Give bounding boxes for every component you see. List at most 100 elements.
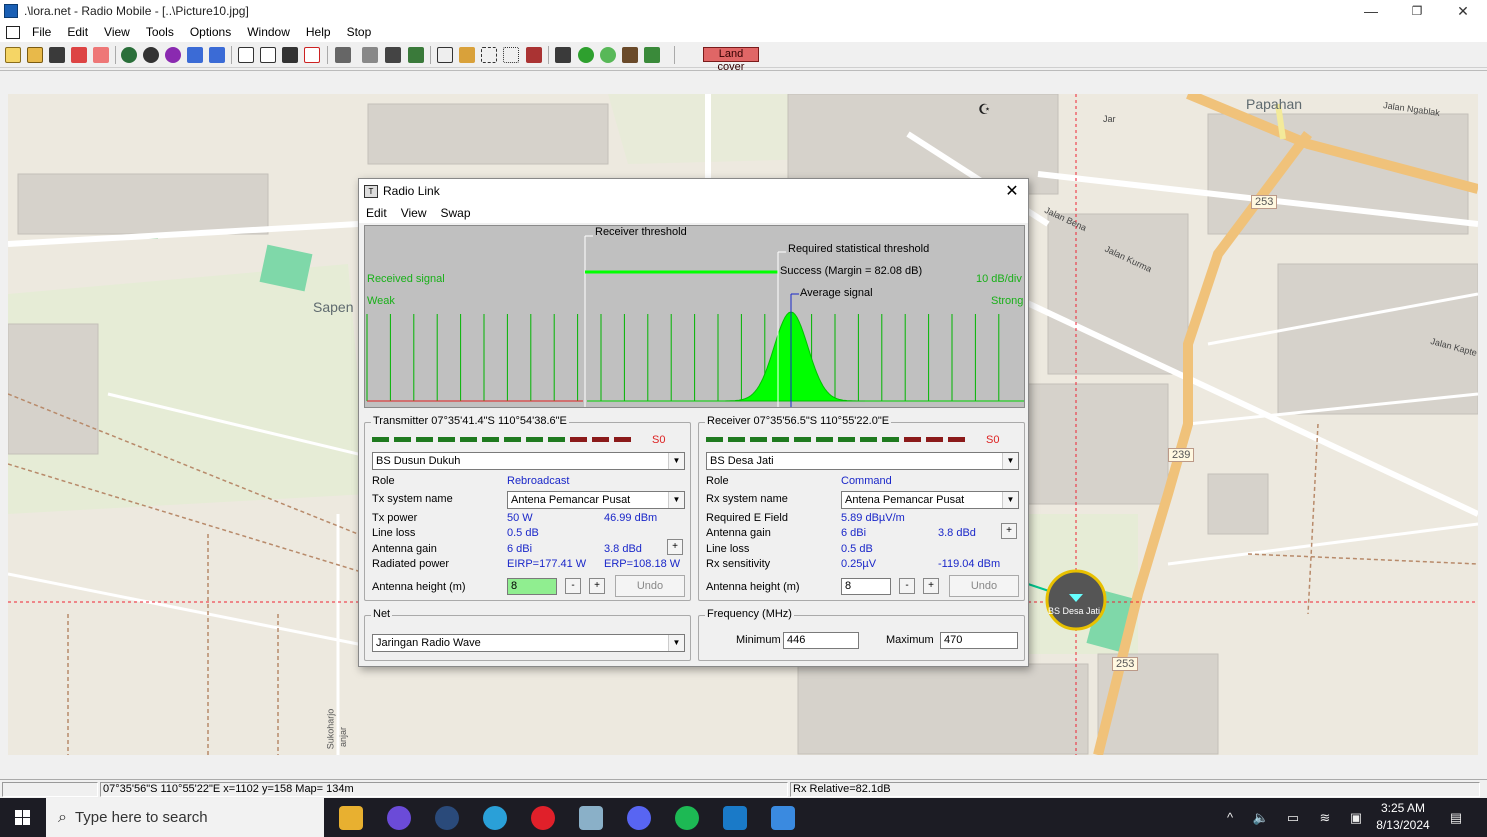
status-bar: 07°35'56"S 110°55'22"E x=1102 y=158 Map=… [0,779,1487,798]
photos-icon[interactable] [771,806,795,830]
edge-icon[interactable] [483,806,507,830]
speaker-icon[interactable]: 🔈 [1250,798,1272,837]
arrow-right-icon[interactable] [209,47,225,63]
map-label-jar: Jar [1103,114,1116,124]
media-player-icon[interactable] [387,806,411,830]
globe-icon[interactable] [121,47,137,63]
maximize-button[interactable]: ❐ [1394,0,1440,22]
menu-view[interactable]: View [96,25,138,39]
radio-link-icon[interactable] [555,47,571,63]
rx-undo-button[interactable]: Undo [949,575,1019,597]
notepad-icon[interactable] [579,806,603,830]
menu-help[interactable]: Help [298,25,339,39]
picture-save-icon[interactable] [282,47,298,63]
opera-icon[interactable] [531,806,555,830]
tx-system-select[interactable]: Antena Pemancar Pusat ▼ [507,491,685,509]
discord-icon[interactable] [627,806,651,830]
tx-height-label: Antenna height (m) [372,581,466,593]
new-icon[interactable] [5,47,21,63]
rx-sensitivity-label: Rx sensitivity [706,558,771,570]
taskbar-clock[interactable]: 3:25 AM 8/13/2024 [1368,800,1438,834]
radio-coverage-icon[interactable] [578,47,594,63]
copy-icon[interactable] [362,47,378,63]
tx-unit-select[interactable]: BS Dusun Dukuh ▼ [372,452,685,470]
menu-edit[interactable]: Edit [59,25,96,39]
frequency-header: Frequency (MHz) [705,608,794,620]
tx-height-plus-button[interactable]: + [589,578,605,594]
menu-stop[interactable]: Stop [339,25,380,39]
picture-icon[interactable] [238,47,254,63]
arrow-left-icon[interactable] [187,47,203,63]
tx-s-level: S0 [652,434,666,446]
freq-min-label: Minimum [736,634,781,646]
battery-icon[interactable]: ▭ [1282,798,1304,837]
save-icon[interactable] [49,47,65,63]
merge-icon[interactable] [165,47,181,63]
land-cover-button[interactable]: Land cover [703,47,759,73]
radio-mobile-icon[interactable] [723,806,747,830]
rx-height-input[interactable]: 8 [841,578,891,595]
tx-unit-value: BS Dusun Dukuh [376,455,461,467]
zoom-select-icon[interactable] [503,47,519,63]
paste-icon[interactable] [385,47,401,63]
frame-icon[interactable] [437,47,453,63]
device-icon[interactable]: ▣ [1345,798,1367,837]
picture-new-icon[interactable] [260,47,276,63]
meter-segment [504,437,521,442]
meter-segment [860,437,877,442]
zoom-out-icon[interactable] [526,47,542,63]
rx-height-minus-button[interactable]: - [899,578,915,594]
map-props-icon[interactable] [143,47,159,63]
notification-icon[interactable]: ▤ [1444,798,1468,837]
wifi-icon[interactable]: ≋ [1314,798,1336,837]
tx-undo-button[interactable]: Undo [615,575,685,597]
net-select[interactable]: Jaringan Radio Wave ▼ [372,634,685,652]
dialog-menu-swap[interactable]: Swap [433,206,477,220]
tx-height-minus-button[interactable]: - [565,578,581,594]
print-icon[interactable] [335,47,351,63]
tx-height-input[interactable]: 8 [507,578,557,595]
close-button[interactable]: ✕ [1440,0,1486,22]
zoom-fit-icon[interactable] [481,47,497,63]
freq-max-input[interactable]: 470 [940,632,1018,649]
rx-role-label: Role [706,475,729,487]
picture-close-icon[interactable] [304,47,320,63]
open-icon[interactable] [27,47,43,63]
tray-chevron-icon[interactable]: ^ [1220,798,1240,837]
taskbar-search[interactable]: ⌕ Type here to search [46,798,324,837]
find-best-site-icon[interactable] [644,47,660,63]
rx-system-select[interactable]: Antena Pemancar Pusat ▼ [841,491,1019,509]
freq-min-input[interactable]: 446 [783,632,859,649]
rx-height-plus-button[interactable]: + [923,578,939,594]
menu-file[interactable]: File [24,25,59,39]
menu-tools[interactable]: Tools [138,25,182,39]
meter-segment [750,437,767,442]
dialog-menu-view[interactable]: View [394,206,434,220]
rx-gain-plus-button[interactable]: + [1001,523,1017,539]
network-icon[interactable] [71,47,87,63]
rx-unit-select[interactable]: BS Desa Jati ▼ [706,452,1019,470]
combined-coverage-icon[interactable] [600,47,616,63]
menu-options[interactable]: Options [182,25,239,39]
transmitter-header: Transmitter 07°35'41.4"S 110°54'38.6"E [371,415,569,427]
start-button[interactable] [0,798,46,837]
tx-gain-plus-button[interactable]: + [667,539,683,555]
menu-window[interactable]: Window [239,25,298,39]
steam-icon[interactable] [435,806,459,830]
properties-icon[interactable] [93,47,109,63]
weak-label: Weak [367,295,395,307]
tree-icon[interactable] [408,47,424,63]
file-explorer-icon[interactable] [339,806,363,830]
route-icon[interactable] [622,47,638,63]
spotify-icon[interactable] [675,806,699,830]
dialog-close-button[interactable]: ✕ [1002,181,1022,201]
dialog-menu-edit[interactable]: Edit [359,206,394,220]
minimize-button[interactable]: — [1348,0,1394,22]
meter-segment [482,437,499,442]
meter-segment [904,437,921,442]
frequency-group: Frequency (MHz) Minimum 446 Maximum 470 [698,608,1025,661]
received-signal-label: Received signal [367,273,445,285]
person-icon[interactable] [459,47,475,63]
toolbar: Land cover [0,42,1487,73]
meter-segment [460,437,477,442]
